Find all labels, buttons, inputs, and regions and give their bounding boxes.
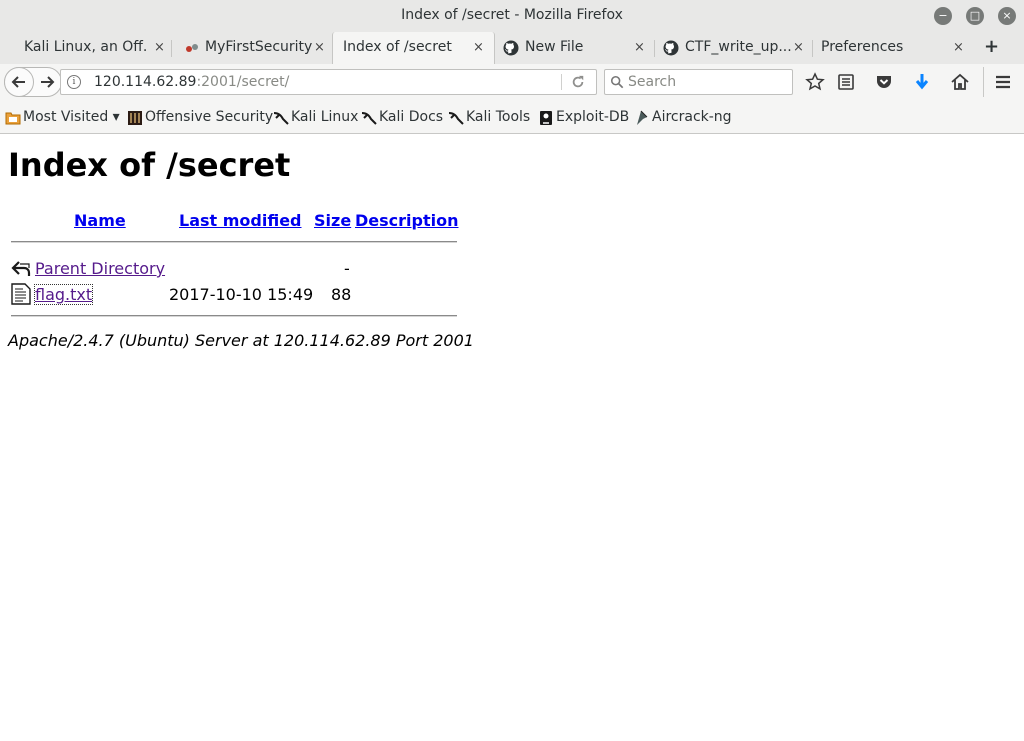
search-bar[interactable]: Search: [604, 69, 793, 95]
window-title: Index of /secret - Mozilla Firefox: [401, 7, 623, 23]
tab-label: Kali Linux, an Off...: [24, 39, 148, 55]
page-heading: Index of /secret: [8, 146, 291, 184]
bookmark-star-icon[interactable]: [805, 72, 825, 92]
forward-arrow-icon[interactable]: [39, 74, 55, 90]
downloads-icon[interactable]: [912, 72, 932, 92]
search-icon: [610, 75, 624, 89]
tab-strip: Kali Linux, an Off... × MyFirstSecurity …: [0, 32, 1024, 64]
new-tab-button[interactable]: +: [984, 38, 999, 56]
address-bar[interactable]: i 120.114.62.89:2001/secret/: [60, 69, 597, 95]
hamburger-menu-icon[interactable]: [993, 72, 1013, 92]
tab-new-file[interactable]: New File ×: [495, 32, 655, 64]
text-file-icon: [11, 283, 31, 305]
flag-txt-link[interactable]: flag.txt: [33, 284, 94, 305]
maximize-button[interactable]: □: [966, 7, 984, 25]
table-divider-bottom: [11, 315, 457, 317]
navigation-toolbar: i 120.114.62.89:2001/secret/ Search: [0, 64, 1024, 100]
kali-dragon-icon: [448, 112, 464, 125]
tab-close-button[interactable]: ×: [953, 40, 964, 55]
tab-label: Index of /secret: [343, 39, 452, 55]
url-text[interactable]: 120.114.62.89:2001/secret/: [94, 74, 289, 90]
kali-dragon-icon: [273, 112, 289, 125]
url-path: :2001/secret/: [196, 74, 290, 90]
minimize-button[interactable]: −: [934, 7, 952, 25]
bookmark-kali-tools[interactable]: Kali Tools: [466, 109, 530, 125]
tab-preferences[interactable]: Preferences ×: [813, 32, 973, 64]
bookmark-exploit-db[interactable]: Exploit-DB: [556, 109, 629, 125]
tab-label: CTF_write_up...: [685, 39, 792, 55]
server-signature: Apache/2.4.7 (Ubuntu) Server at 120.114.…: [8, 331, 474, 350]
row-size: -: [344, 259, 350, 278]
bookmark-kali-docs[interactable]: Kali Docs: [379, 109, 443, 125]
tab-kali-linux[interactable]: Kali Linux, an Off... ×: [0, 32, 172, 64]
github-icon: [503, 40, 519, 56]
bookmarks-menu-icon[interactable]: [836, 72, 856, 92]
tab-close-button[interactable]: ×: [154, 40, 165, 55]
pocket-icon[interactable]: [874, 72, 894, 92]
close-window-button[interactable]: ×: [998, 7, 1016, 25]
parent-directory-link[interactable]: Parent Directory: [35, 259, 165, 278]
back-button[interactable]: [4, 67, 34, 97]
row-size: 88: [331, 285, 352, 304]
tab-index-of-secret[interactable]: Index of /secret ×: [332, 32, 495, 64]
bookmark-offensive-security[interactable]: Offensive Security: [145, 109, 273, 125]
home-icon[interactable]: [950, 72, 970, 92]
reload-icon[interactable]: [571, 75, 585, 89]
column-header-description[interactable]: Description: [355, 211, 458, 230]
page-content: Index of /secret Name Last modified Size…: [0, 135, 1024, 741]
back-folder-icon: [11, 261, 31, 276]
tab-close-button[interactable]: ×: [473, 40, 484, 55]
github-icon: [663, 40, 679, 56]
mfs-favicon-icon: [186, 44, 198, 52]
offsec-icon: [128, 111, 142, 125]
tab-close-button[interactable]: ×: [793, 40, 804, 55]
aircrack-icon: [637, 110, 648, 125]
tab-label: Preferences: [821, 39, 904, 55]
tab-label: MyFirstSecurity: [205, 39, 313, 55]
column-header-size[interactable]: Size: [314, 211, 351, 230]
bookmark-most-visited[interactable]: Most Visited ▾: [23, 109, 120, 125]
tab-label: New File: [525, 39, 584, 55]
row-last-modified: 2017-10-10 15:49: [169, 285, 314, 304]
table-divider-top: [11, 241, 457, 243]
tab-close-button[interactable]: ×: [314, 40, 325, 55]
back-arrow-icon: [11, 76, 25, 88]
bookmarks-toolbar: Most Visited ▾ Offensive Security Kali L…: [0, 100, 1024, 134]
bookmark-aircrack-ng[interactable]: Aircrack-ng: [652, 109, 732, 125]
tab-close-button[interactable]: ×: [634, 40, 645, 55]
kali-dragon-icon: [361, 112, 377, 125]
window-titlebar: Index of /secret - Mozilla Firefox − □ ×: [0, 0, 1024, 32]
column-header-last-modified[interactable]: Last modified: [179, 211, 302, 230]
folder-icon: [5, 112, 21, 125]
tab-ctf-write-up[interactable]: CTF_write_up... ×: [655, 32, 813, 64]
search-placeholder: Search: [628, 74, 677, 90]
site-info-icon[interactable]: i: [67, 75, 81, 89]
toolbar-divider: [983, 67, 984, 97]
urlbar-divider: [561, 74, 562, 90]
url-host: 120.114.62.89: [94, 74, 197, 90]
exploitdb-icon: [540, 111, 552, 125]
bookmark-kali-linux[interactable]: Kali Linux: [291, 109, 358, 125]
tab-myfirstsecurity[interactable]: MyFirstSecurity ×: [172, 32, 332, 64]
column-header-name[interactable]: Name: [74, 211, 126, 230]
